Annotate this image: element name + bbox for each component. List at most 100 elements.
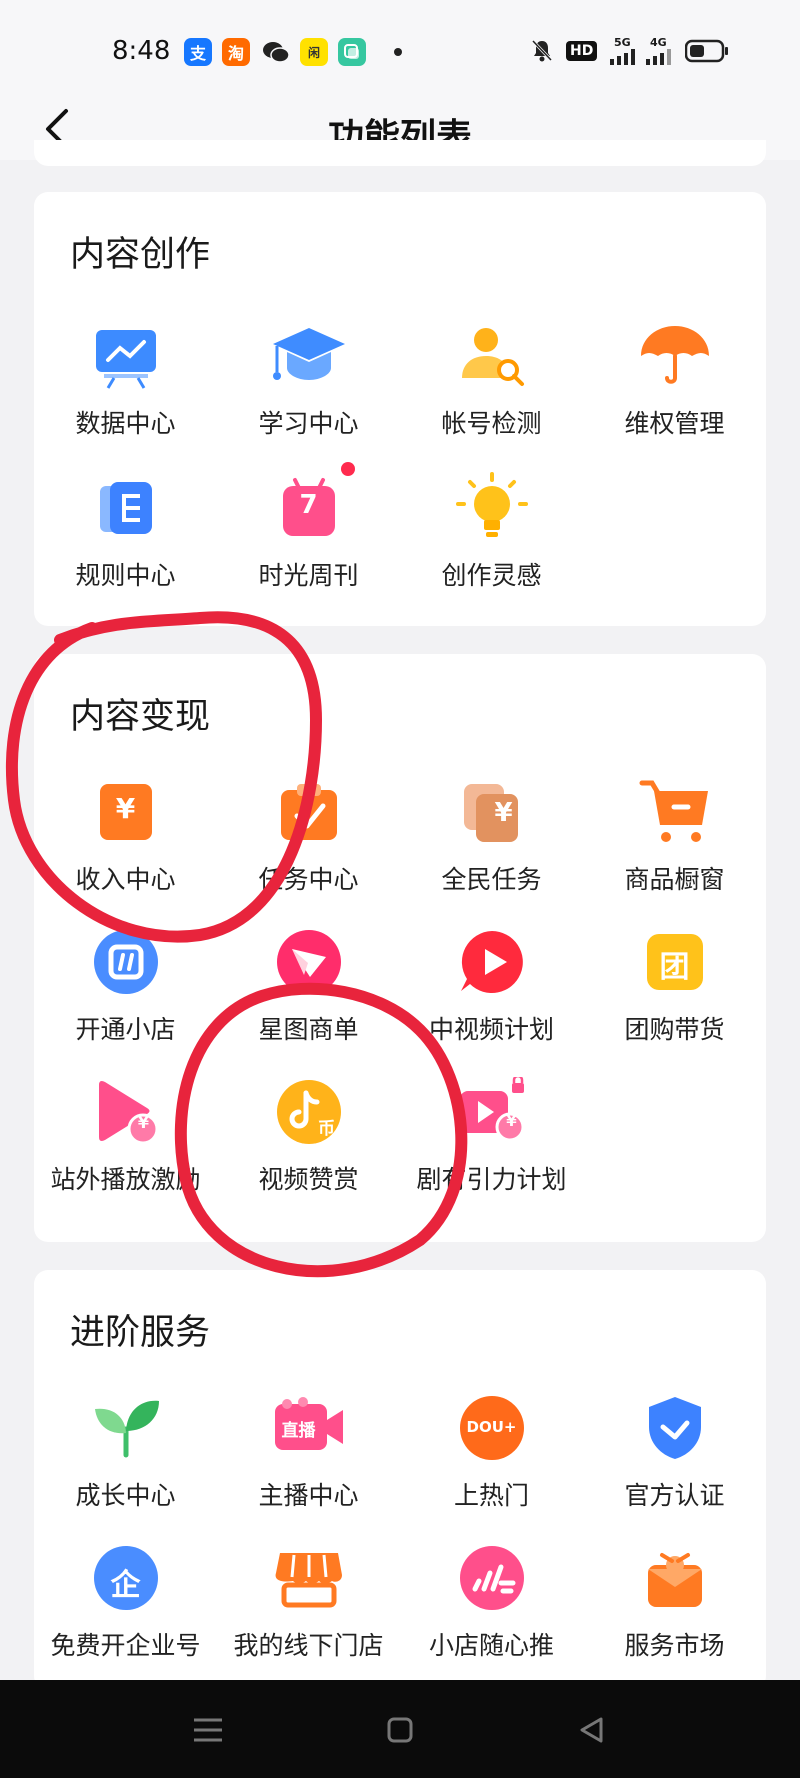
section-content-creation: 内容创作 数据中心 学习中心 帐号检测 维权管理 规则中心 7 时光周刊 创作灵… [34,192,766,626]
status-time: 8:48 [112,36,171,66]
home-button[interactable] [372,1702,428,1758]
grid-item-label: 剧有引力计划 [416,1165,567,1194]
external-play-reward-icon: ¥ [86,1072,166,1152]
menu-icon [194,1718,222,1742]
offline-store-icon [269,1538,349,1618]
grid-item-video-reward[interactable]: 币 视频赞赏 [217,1072,400,1202]
growth-center-icon [86,1388,166,1468]
public-task-icon: ¥ [452,772,532,852]
grid-item-external-play-reward[interactable]: ¥ 站外播放激励 [34,1072,217,1202]
grid-item-label: 数据中心 [75,409,176,438]
grid-item-rules-center[interactable]: 规则中心 [34,468,217,598]
alipay-icon: 支 [184,38,212,66]
official-verify-icon [635,1388,715,1468]
triangle-back-icon [580,1717,603,1743]
grid-item-label: 全民任务 [441,865,542,894]
grid-item-shop-window[interactable]: 商品橱窗 [583,772,766,902]
grid-item-open-store[interactable]: 开通小店 [34,922,217,1052]
grid-item-label: 小店随心推 [428,1631,554,1660]
grid-item-label: 时光周刊 [258,561,359,590]
red-dot-badge [340,462,355,476]
grid-item-label: 开通小店 [75,1015,176,1044]
grid-item-label: 服务市场 [624,1631,725,1660]
task-center-icon [269,772,349,852]
grid-item-learning-center[interactable]: 学习中心 [217,316,400,446]
grid-item-label: 我的线下门店 [233,1631,384,1660]
grid-item-label: 中视频计划 [428,1015,554,1044]
system-nav-bar [0,1680,800,1778]
grid-item-label: 主播中心 [258,1481,359,1510]
home-icon [387,1717,413,1743]
grid-item-label: 规则中心 [75,561,176,590]
grid-item-label: 视频赞赏 [258,1165,359,1194]
taobao-icon: 淘 [222,38,250,66]
hd-badge: HD [566,41,598,61]
trending-icon: DOU+ [452,1388,532,1468]
store-promote-icon [452,1538,532,1618]
grid-item-star-map[interactable]: 星图商单 [217,922,400,1052]
grid-item-label: 创作灵感 [441,561,542,590]
drama-gravity-plan-icon: ¥ [452,1072,532,1152]
open-store-icon [86,922,166,1002]
group-buy-icon: 团 [635,922,715,1002]
grid-item-label: 成长中心 [75,1481,176,1510]
section-title: 进阶服务 [70,1313,211,1353]
xianyu-icon: 闲 [300,38,328,66]
service-market-icon [635,1538,715,1618]
grid-item-label: 星图商单 [258,1015,359,1044]
grid-item-label: 帐号检测 [441,409,542,438]
inspiration-icon [452,468,532,548]
signal-5g-icon: 5G [609,37,636,65]
section-advanced-services: 进阶服务 成长中心 直播 主播中心 DOU+ 上热门 官方认证 企 免费开企业号 [34,1270,766,1690]
grid-item-service-market[interactable]: 服务市场 [583,1538,766,1668]
data-center-icon [86,316,166,396]
rights-management-icon [635,316,715,396]
star-map-icon [269,922,349,1002]
grid-item-public-task[interactable]: ¥ 全民任务 [400,772,583,902]
account-check-icon [452,316,532,396]
grid-item-label: 官方认证 [624,1481,725,1510]
grid-item-offline-store[interactable]: 我的线下门店 [217,1538,400,1668]
grid-item-enterprise-account[interactable]: 企 免费开企业号 [34,1538,217,1668]
section-title: 内容创作 [70,235,211,275]
grid-item-label: 站外播放激励 [50,1165,201,1194]
grid-item-growth-center[interactable]: 成长中心 [34,1388,217,1518]
grid-item-account-check[interactable]: 帐号检测 [400,316,583,446]
grid-item-income-center[interactable]: ¥ 收入中心 [34,772,217,902]
grid-item-label: 维权管理 [624,409,725,438]
grid-item-label: 商品橱窗 [624,865,725,894]
system-back-button[interactable] [564,1702,620,1758]
enterprise-account-icon: 企 [86,1538,166,1618]
learning-center-icon [269,316,349,396]
grid-item-label: 上热门 [453,1481,529,1510]
section-monetization: 内容变现 ¥ 收入中心 任务中心 ¥ 全民任务 商品橱窗 开通小店 星图商单 中… [34,654,766,1242]
grid-item-official-verify[interactable]: 官方认证 [583,1388,766,1518]
notification-dot-icon [394,48,402,56]
battery-icon [685,39,729,63]
grid-item-time-weekly[interactable]: 7 时光周刊 [217,462,400,598]
menu-button[interactable] [180,1702,236,1758]
status-bar: 8:48 支 淘 闲 HD 5G 4G [0,0,800,100]
grid-item-data-center[interactable]: 数据中心 [34,316,217,446]
grid-item-inspiration[interactable]: 创作灵感 [400,468,583,598]
streamer-center-icon: 直播 [269,1388,349,1468]
grid-item-rights-management[interactable]: 维权管理 [583,316,766,446]
signal-4g-icon: 4G [645,37,672,65]
grid-item-label: 团购带货 [624,1015,725,1044]
status-indicators: HD 5G 4G [530,36,729,66]
grid-item-label: 收入中心 [75,865,176,894]
copy-app-icon [338,38,366,66]
video-reward-icon: 币 [269,1072,349,1152]
wechat-icon [262,38,290,66]
rules-center-icon [86,468,166,548]
grid-item-task-center[interactable]: 任务中心 [217,772,400,902]
shop-window-icon [635,772,715,852]
time-weekly-icon: 7 [269,462,355,548]
grid-item-group-buy[interactable]: 团 团购带货 [583,922,766,1052]
grid-item-drama-gravity-plan[interactable]: ¥ 剧有引力计划 [400,1072,583,1202]
grid-item-streamer-center[interactable]: 直播 主播中心 [217,1388,400,1518]
grid-item-mid-video-plan[interactable]: 中视频计划 [400,922,583,1052]
grid-item-store-promote[interactable]: 小店随心推 [400,1538,583,1668]
grid-item-trending[interactable]: DOU+ 上热门 [400,1388,583,1518]
mute-bell-icon [531,39,553,62]
